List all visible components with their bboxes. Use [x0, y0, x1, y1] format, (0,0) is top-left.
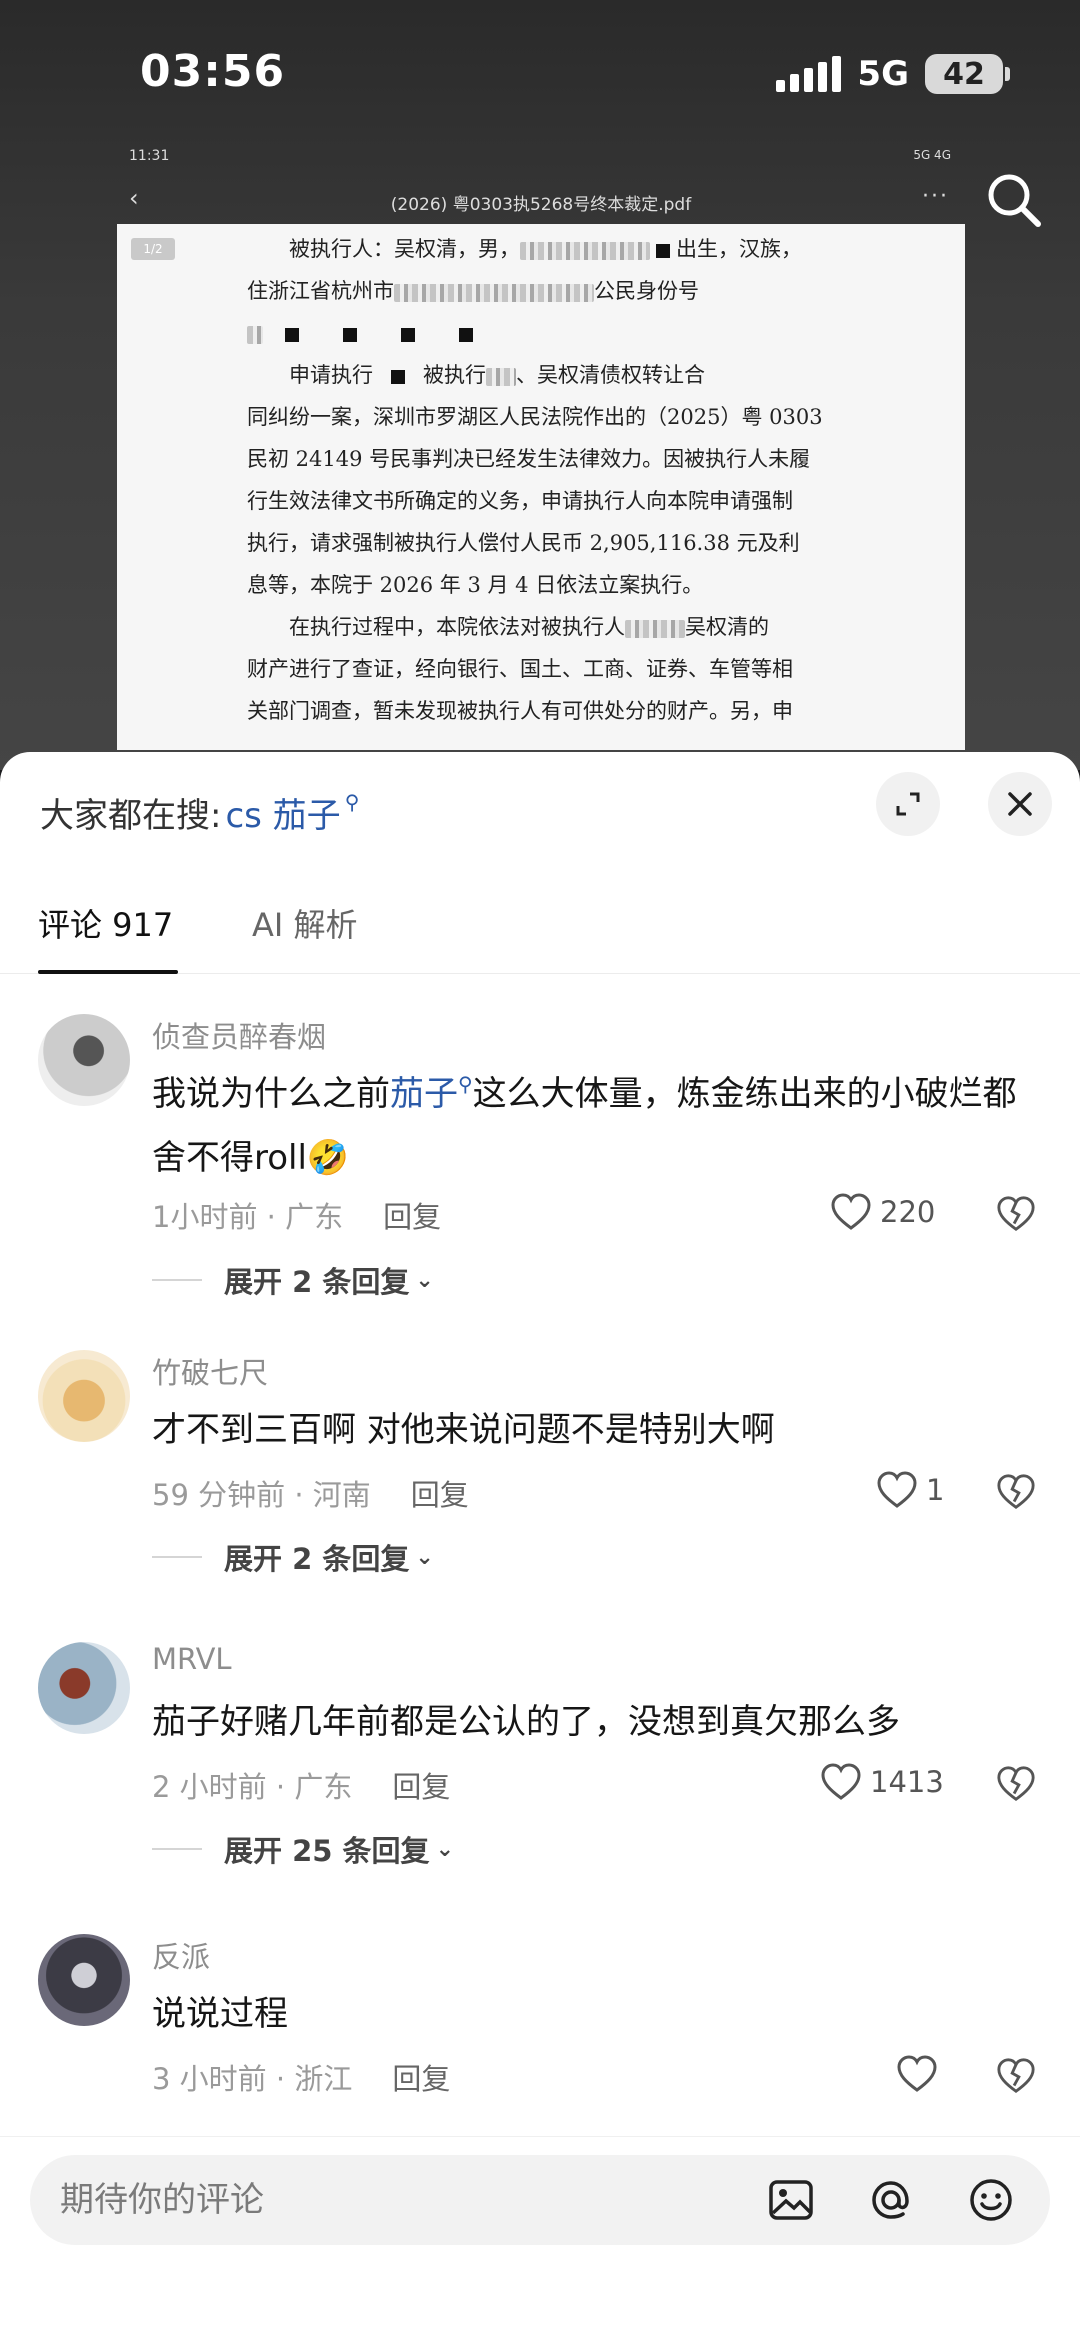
doc-line: 同纠纷一案，深圳市罗湖区人民法院作出的（2025）粤 0303 [247, 405, 823, 429]
avatar[interactable] [38, 1642, 130, 1734]
trending-search-keyword[interactable]: cs 茄子 [225, 788, 340, 837]
comment-time-location: 1小时前 · 广东 [152, 1200, 344, 1234]
search-icon[interactable] [982, 168, 1046, 232]
tab-comments[interactable]: 评论 917 [38, 900, 173, 946]
doc-line-redacted [247, 312, 845, 354]
broken-heart-icon [997, 1196, 1035, 1232]
comment-meta: 2 小时前 · 广东 回复 [152, 1764, 450, 1806]
doc-line: 关部门调查，暂未发现被执行人有可供处分的财产。另，申 [247, 699, 793, 723]
expand-replies-button[interactable]: 展开 25 条回复 ⌄ [152, 1828, 454, 1870]
comment-username[interactable]: 反派 [152, 1934, 210, 1976]
tab-ai-analysis[interactable]: AI 解析 [252, 900, 358, 946]
comment-input-container[interactable] [30, 2155, 1050, 2245]
document-title: (2026) 粤0303执5268号终本裁定.pdf [390, 195, 692, 215]
document-page: 1/2 被执行人：吴权清，男， 出生，汉族， 住浙江省杭州市 公民身份号 申请执行被… [117, 224, 965, 750]
expand-replies-button[interactable]: 展开 2 条回复 ⌄ [152, 1259, 434, 1301]
status-time: 03:56 [140, 46, 286, 97]
doc-line: 息等，本院于 2026 年 3 月 4 日依法立案执行。 [247, 573, 704, 597]
document-screenshot: 11:31 5G 4G ‹ (2026) 粤0303执5268号终本裁定.pdf… [117, 148, 965, 750]
inner-nav-bar: ‹ (2026) 粤0303执5268号终本裁定.pdf ··· [117, 178, 965, 222]
comment-sheet: 大家都在搜: cs 茄子 ⚲ 评论 917 AI 解析 侦查员醉春烟 我说为什么… [0, 752, 1080, 2340]
heart-icon [897, 2055, 937, 2092]
comment-time-location: 2 小时前 · 广东 [152, 1770, 353, 1804]
comment-tabs: 评论 917 AI 解析 [0, 882, 1080, 974]
reply-button[interactable]: 回复 [411, 1472, 469, 1514]
doc-line: 民初 24149 号民事判决已经发生法律效力。因被执行人未履 [247, 447, 811, 471]
reply-button[interactable]: 回复 [392, 1764, 450, 1806]
doc-line: 在执行过程中，本院依法对被执行人 吴权清的 [289, 615, 769, 639]
comment-input-bar [0, 2136, 1080, 2340]
doc-line: 财产进行了查证，经向银行、国土、工商、证券、车管等相 [247, 657, 793, 681]
tab-underline [38, 970, 178, 974]
like-button[interactable]: 1 [876, 1470, 944, 1510]
comment-text: 说说过程 [152, 1994, 288, 2034]
at-icon[interactable] [866, 2175, 916, 2225]
broken-heart-icon [997, 1766, 1035, 1802]
search-icon: ⚲ [344, 790, 360, 814]
like-button[interactable]: 220 [830, 1192, 935, 1232]
broken-heart-icon [997, 2058, 1035, 2094]
network-type: 5G [857, 54, 909, 94]
more-icon: ··· [922, 184, 949, 209]
like-count: 1 [926, 1473, 945, 1507]
doc-line: 执行，请求强制被执行人偿付人民币 2,905,116.38 元及利 [247, 531, 800, 555]
comment-time-location: 59 分钟前 · 河南 [152, 1478, 371, 1512]
comment-meta: 3 小时前 · 浙江 回复 [152, 2056, 450, 2098]
avatar[interactable] [38, 1014, 130, 1106]
doc-line: 申请执行 被执行 、吴权清债权转让合 [289, 363, 705, 387]
doc-line: 住浙江省杭州市 公民身份号 [247, 279, 699, 303]
emoji-icon[interactable] [966, 2175, 1016, 2225]
heart-icon [831, 1193, 871, 1230]
trending-search[interactable]: 大家都在搜: cs 茄子 ⚲ [40, 782, 359, 842]
battery-icon: 42 [925, 54, 1010, 94]
dislike-button[interactable] [996, 1472, 1036, 1512]
comment-meta: 59 分钟前 · 河南 回复 [152, 1472, 469, 1514]
trending-search-prefix: 大家都在搜: [40, 795, 222, 836]
broken-heart-icon [997, 1474, 1035, 1510]
like-count: 220 [880, 1195, 936, 1229]
close-icon [1008, 792, 1032, 816]
heart-icon [821, 1763, 861, 1800]
expand-button[interactable] [876, 772, 940, 836]
doc-line: 行生效法律文书所确定的义务，申请执行人向本院申请强制 [247, 489, 793, 513]
doc-line: 被执行人：吴权清，男， 出生，汉族， [289, 237, 802, 261]
like-button[interactable]: 1413 [820, 1762, 944, 1802]
heart-icon [877, 1471, 917, 1508]
comment-meta: 1小时前 · 广东 回复 [152, 1194, 441, 1236]
dislike-button[interactable] [996, 1194, 1036, 1234]
like-count: 1413 [870, 1765, 944, 1799]
comment-username[interactable]: MRVL [152, 1642, 232, 1676]
expand-icon [896, 792, 920, 816]
signal-icon [776, 56, 842, 92]
avatar[interactable] [38, 1350, 130, 1442]
inner-time: 11:31 [129, 148, 170, 164]
close-button[interactable] [988, 772, 1052, 836]
comment-text: 才不到三百啊 对他来说问题不是特别大啊 [152, 1410, 775, 1450]
page-badge: 1/2 [131, 238, 175, 260]
keyword-link[interactable]: 茄子 [390, 1074, 458, 1114]
reply-button[interactable]: 回复 [392, 2056, 450, 2098]
battery-level: 42 [925, 54, 1003, 94]
search-icon: ⚲ [458, 1072, 473, 1096]
status-icons: 5G 42 [776, 54, 1010, 94]
expand-replies-button[interactable]: 展开 2 条回复 ⌄ [152, 1536, 434, 1578]
inner-status-right: 5G 4G [913, 148, 951, 162]
comment-time-location: 3 小时前 · 浙江 [152, 2062, 353, 2096]
video-area[interactable]: 03:56 5G 42 11:31 5G 4G ‹ (2026) 粤0303执5… [0, 0, 1080, 770]
comment-username[interactable]: 侦查员醉春烟 [152, 1014, 326, 1056]
like-button[interactable] [896, 2054, 938, 2094]
avatar[interactable] [38, 1934, 130, 2026]
comment-text: 我说为什么之前茄子⚲这么大体量，炼金练出来的小破烂都舍不得roll🤣 [152, 1072, 1017, 1178]
inner-status-bar: 11:31 5G 4G [117, 144, 965, 172]
status-bar: 03:56 5G 42 [0, 40, 1080, 110]
comment-input[interactable] [60, 2155, 740, 2245]
image-icon[interactable] [766, 2175, 816, 2225]
comment-text: 茄子好赌几年前都是公认的了，没想到真欠那么多 [152, 1702, 900, 1742]
dislike-button[interactable] [996, 2056, 1036, 2096]
dislike-button[interactable] [996, 1764, 1036, 1804]
reply-button[interactable]: 回复 [383, 1194, 441, 1236]
comment-username[interactable]: 竹破七尺 [152, 1350, 268, 1392]
